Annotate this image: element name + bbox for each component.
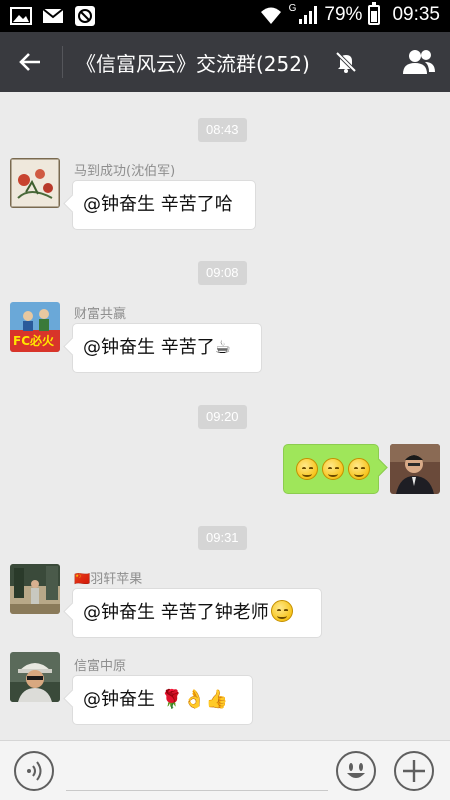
message-bubble[interactable] bbox=[283, 444, 379, 494]
group-photo-avatar[interactable]: FC必火 bbox=[10, 302, 60, 352]
timestamp: 09:08 bbox=[198, 261, 247, 285]
blocked-icon bbox=[75, 6, 95, 26]
smiley-emoji bbox=[322, 458, 344, 480]
china-flag-icon: 🇨🇳 bbox=[74, 572, 91, 587]
wifi-icon bbox=[260, 7, 281, 24]
emoji-row bbox=[296, 458, 370, 480]
message-text: @钟奋生 辛苦了 bbox=[83, 337, 215, 358]
sender-name: 🇨🇳羽轩苹果 bbox=[74, 572, 143, 587]
timestamp: 09:20 bbox=[198, 405, 247, 429]
chat-title: 《信富风云》交流群(252) bbox=[76, 52, 310, 76]
chat-area[interactable]: 08:43 马到成功(沈伯军) @钟奋生 辛苦了哈 09:08 FC必火 财富共… bbox=[0, 92, 450, 740]
bell-muted-icon bbox=[335, 51, 357, 73]
smiley-emoji bbox=[270, 600, 293, 622]
back-button[interactable] bbox=[12, 44, 48, 80]
message-text: @钟奋生 bbox=[83, 689, 155, 710]
title-bar: 《信富风云》交流群(252) bbox=[0, 32, 450, 92]
message-bubble[interactable]: @钟奋生 🌹👌👍 bbox=[72, 675, 253, 725]
plus-icon bbox=[403, 760, 425, 782]
smiley-emoji bbox=[348, 458, 370, 480]
svg-text:FC必火: FC必火 bbox=[13, 333, 55, 348]
status-bar: G 79% 09:35 bbox=[0, 0, 450, 32]
emoji-button[interactable] bbox=[336, 751, 376, 791]
sender-name: 信富中原 bbox=[74, 659, 127, 674]
clock: 09:35 bbox=[392, 4, 440, 25]
network-type: G bbox=[288, 2, 297, 14]
message-input[interactable] bbox=[66, 749, 328, 791]
sender-name: 财富共赢 bbox=[74, 307, 127, 322]
group-members-button[interactable] bbox=[400, 44, 438, 80]
emoji-icon bbox=[347, 763, 365, 778]
sender-name: 马到成功(沈伯军) bbox=[74, 164, 176, 179]
man-hat-avatar[interactable] bbox=[10, 652, 60, 702]
message-bubble[interactable]: @钟奋生 辛苦了哈 bbox=[72, 180, 256, 230]
timestamp: 08:43 bbox=[198, 118, 247, 142]
emoji-sequence: 🌹👌👍 bbox=[160, 689, 228, 710]
outdoor-avatar[interactable] bbox=[10, 564, 60, 614]
back-arrow-icon bbox=[19, 53, 40, 71]
message-text: @钟奋生 辛苦了钟老师 bbox=[83, 602, 269, 623]
image-icon bbox=[10, 7, 32, 25]
timestamp: 09:31 bbox=[198, 526, 247, 550]
group-members-icon bbox=[403, 50, 435, 74]
signal-icon bbox=[299, 6, 318, 24]
message-bubble[interactable]: @钟奋生 辛苦了☕ bbox=[72, 323, 262, 373]
input-bar bbox=[0, 740, 450, 800]
title-divider bbox=[62, 46, 63, 78]
smiley-emoji bbox=[296, 458, 318, 480]
message-bubble[interactable]: @钟奋生 辛苦了钟老师 bbox=[72, 588, 322, 638]
voice-icon bbox=[27, 761, 42, 781]
battery-percent: 79% bbox=[324, 4, 363, 25]
voice-button[interactable] bbox=[14, 751, 54, 791]
painting-avatar[interactable] bbox=[10, 158, 60, 208]
coffee-emoji: ☕ bbox=[214, 337, 231, 358]
more-button[interactable] bbox=[394, 751, 434, 791]
self-avatar[interactable] bbox=[390, 444, 440, 494]
message-text: @钟奋生 辛苦了哈 bbox=[83, 194, 233, 215]
mail-icon bbox=[42, 8, 64, 23]
battery-icon bbox=[368, 2, 381, 25]
